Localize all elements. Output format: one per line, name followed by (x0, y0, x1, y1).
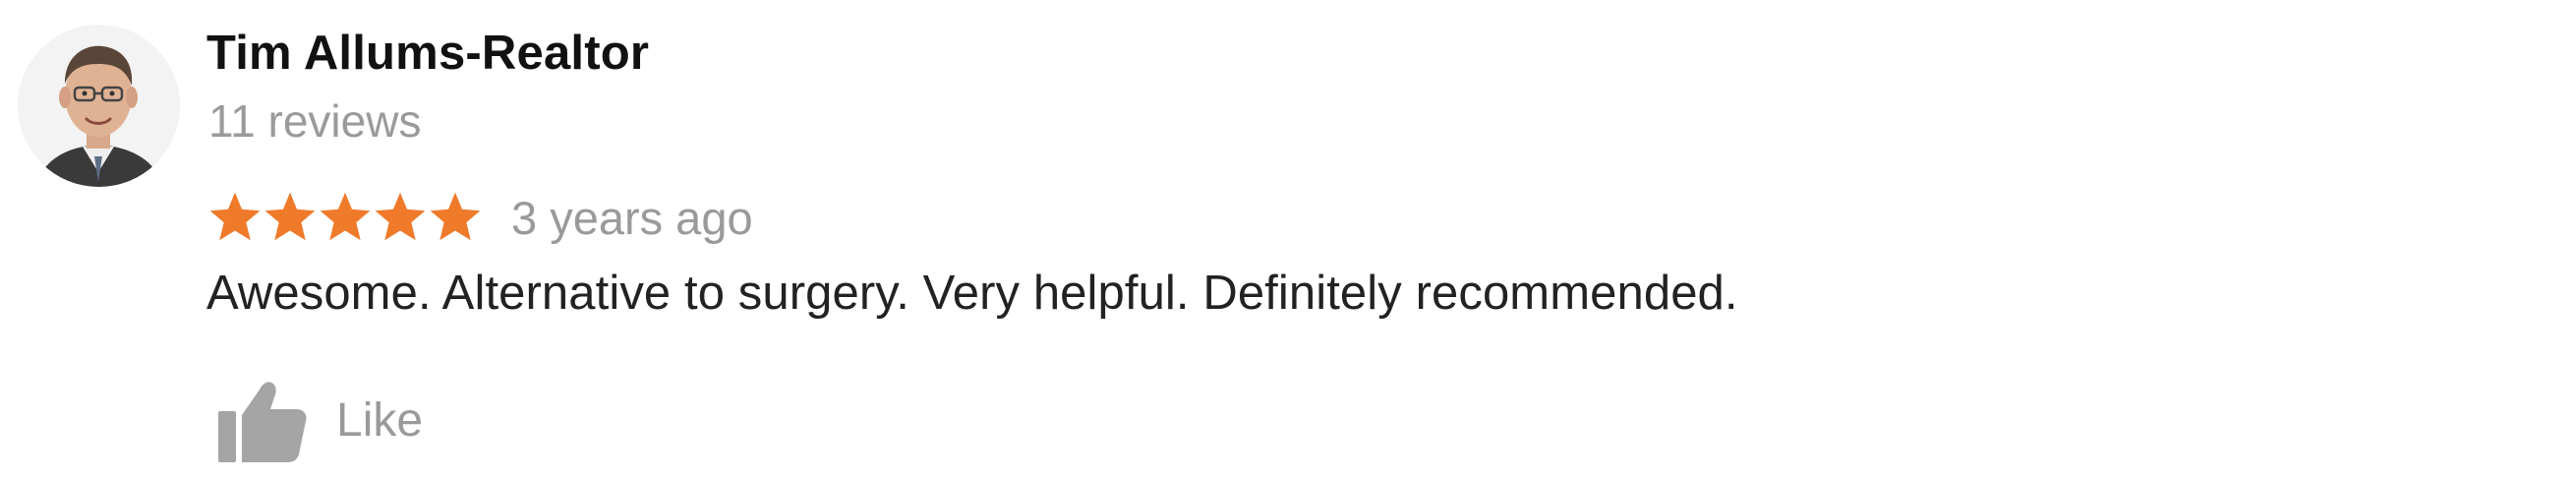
review-card: Tim Allums-Realtor 11 reviews 3 years ag… (0, 0, 2576, 480)
star-icon (320, 192, 371, 241)
star-icon (264, 192, 316, 241)
like-label: Like (336, 393, 424, 447)
star-icon (430, 192, 481, 241)
thumbs-up-icon (218, 382, 307, 462)
like-button[interactable]: Like (216, 376, 423, 464)
rating-row: 3 years ago (206, 187, 753, 248)
review-text: Awesome. Alternative to surgery. Very he… (206, 267, 1738, 320)
star-rating (206, 189, 482, 246)
review-date: 3 years ago (511, 191, 753, 244)
star-icon (209, 192, 261, 241)
avatar-photo (18, 25, 180, 187)
star-icon (375, 192, 426, 241)
reviewer-avatar[interactable] (18, 25, 180, 187)
reviewer-review-count[interactable]: 11 reviews (208, 94, 421, 148)
reviewer-name[interactable]: Tim Allums-Realtor (206, 26, 649, 81)
